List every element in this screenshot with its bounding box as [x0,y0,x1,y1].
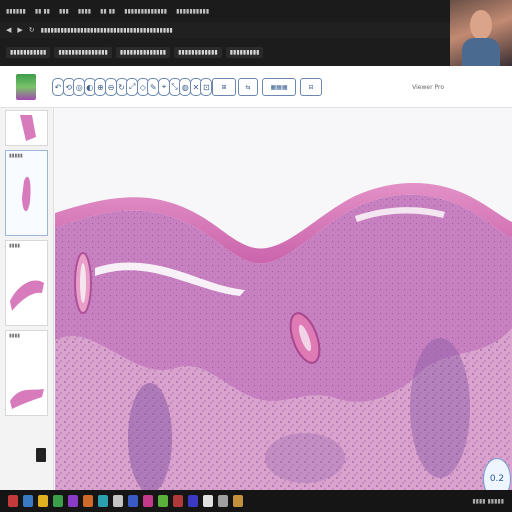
thumbnail-tissue-icon [10,389,44,409]
taskbar-app-icon[interactable] [8,495,18,507]
taskbar-app-icon[interactable] [233,495,243,507]
slide-viewer-app: ↶ ⟲ ◎ ◐ ⊕ ⊖ ↻ ⤢ ◇ ✎ ⌖ ⤡ ◍ ✕ ⊡ ⊞ ⇆ ▦▦▦ ⊟ Viewer Pro ▮▮▮▮▮ ▮▮… [0,66,512,490]
tray-text: ▮▮▮▮ ▮▮▮▮▮ [472,497,504,505]
thumbnail-tissue-shape [10,280,44,311]
thumbnail-label: ▮▮▮▮ [9,333,21,339]
app-logo-icon [16,74,36,100]
desktop-screen: ▮▮▮▮▮▮ ▮▮ ▮▮ ▮▮▮ ▮▮▮▮ ▮▮ ▮▮ ▮▮▮▮▮▮▮▮▮▮▮▮▮ ▮▮▮▮… [0,0,512,512]
thumbnail-label: ▮▮▮▮ [9,243,21,249]
system-tray: ▮▮▮▮ ▮▮▮▮▮ [472,490,504,512]
taskbar-app-icon[interactable] [218,495,228,507]
bookmark-item[interactable]: ▮▮▮▮▮▮▮▮▮▮▮ [6,46,51,58]
browser-menu-bar: ▮▮▮▮▮▮ ▮▮ ▮▮ ▮▮▮ ▮▮▮▮ ▮▮ ▮▮ ▮▮▮▮▮▮▮▮▮▮▮▮▮ ▮▮▮▮… [0,0,450,22]
thumbnail-tissue-shape [10,389,44,409]
webcam-preview [450,0,512,66]
menu-item[interactable]: ▮▮▮ [59,8,69,15]
forward-icon[interactable]: ▶ [17,26,22,34]
bookmark-item[interactable]: ▮▮▮▮▮▮▮▮▮▮▮▮ [174,46,222,58]
menu-item[interactable]: ▮▮ ▮▮ [100,8,115,15]
thumbnail-tissue-shape [22,176,31,212]
filmstrip-icon[interactable]: ▦▦▦ [262,78,296,96]
taskbar-app-icon[interactable] [203,495,213,507]
thumbnail-tissue-icon [20,115,36,141]
taskbar-app-icon[interactable] [128,495,138,507]
bookmark-item[interactable]: ▮▮▮▮▮▮▮▮▮ [225,46,264,58]
viewer-toolbar: ↶ ⟲ ◎ ◐ ⊕ ⊖ ↻ ⤢ ◇ ✎ ⌖ ⤡ ◍ ✕ ⊡ ⊞ ⇆ ▦▦▦ ⊟ Viewer Pro [0,66,512,108]
viewer-brand-text: Viewer Pro [412,84,444,91]
taskbar-app-icon[interactable] [68,495,78,507]
taskbar-app-icon[interactable] [188,495,198,507]
taskbar-app-icon[interactable] [38,495,48,507]
thumbnail-tissue-icon [10,280,44,311]
bookmark-item[interactable]: ▮▮▮▮▮▮▮▮▮▮▮▮▮▮ [115,46,171,58]
grid-view-icon[interactable]: ⊞ [212,78,236,96]
menu-item[interactable]: ▮▮ ▮▮ [35,8,50,15]
taskbar-app-icon[interactable] [173,495,183,507]
bookmark-item[interactable]: ▮▮▮▮▮▮▮▮▮▮▮▮▮▮▮ [54,46,112,58]
histology-slide-image[interactable] [55,108,512,490]
swap-icon[interactable]: ⇆ [238,78,258,96]
thumbnail-tissue-shape [20,115,36,141]
browser-address-bar[interactable]: ◀ ▶ ↻ ▮▮▮▮▮▮▮▮▮▮▮▮▮▮▮▮▮▮▮▮▮▮▮▮▮▮▮▮▮▮▮▮▮▮… [0,22,450,38]
slide-canvas[interactable]: 0.2 [55,108,512,490]
thumbnail-label: ▮▮▮▮▮ [9,153,23,159]
frame-icon[interactable]: ⊡ [200,78,213,96]
taskbar-app-icon[interactable] [113,495,123,507]
taskbar-app-icon[interactable] [53,495,63,507]
taskbar-app-icon[interactable] [158,495,168,507]
reload-icon[interactable]: ↻ [29,26,35,34]
os-taskbar [0,490,512,512]
menu-item[interactable]: ▮▮▮▮▮▮ [6,8,26,15]
slide-thumbnail[interactable] [5,110,48,146]
document-icon[interactable] [36,448,46,462]
taskbar-app-icon[interactable] [143,495,153,507]
menu-item[interactable]: ▮▮▮▮ [78,8,91,15]
back-icon[interactable]: ◀ [6,26,11,34]
taskbar-app-icon[interactable] [23,495,33,507]
slide-thumbnail[interactable]: ▮▮▮▮ [5,330,48,416]
split-view-icon[interactable]: ⊟ [300,78,322,96]
thumbnail-sidebar[interactable]: ▮▮▮▮▮ ▮▮▮▮ ▮▮▮▮ [0,108,54,490]
webcam-person-body [462,38,500,66]
taskbar-app-icon[interactable] [98,495,108,507]
taskbar-app-icon[interactable] [83,495,93,507]
thumbnail-tissue-icon [22,176,31,212]
slide-thumbnail[interactable]: ▮▮▮▮▮ [5,150,48,236]
slide-thumbnail[interactable]: ▮▮▮▮ [5,240,48,326]
bookmark-bar: ▮▮▮▮▮▮▮▮▮▮▮ ▮▮▮▮▮▮▮▮▮▮▮▮▮▮▮ ▮▮▮▮▮▮▮▮▮▮▮▮▮▮… [0,38,450,66]
webcam-person-face [470,10,492,40]
url-text[interactable]: ▮▮▮▮▮▮▮▮▮▮▮▮▮▮▮▮▮▮▮▮▮▮▮▮▮▮▮▮▮▮▮▮▮▮▮▮▮▮▮▮ [41,27,173,34]
menu-item[interactable]: ▮▮▮▮▮▮▮▮▮▮ [176,8,209,15]
menu-item[interactable]: ▮▮▮▮▮▮▮▮▮▮▮▮▮ [124,8,167,15]
